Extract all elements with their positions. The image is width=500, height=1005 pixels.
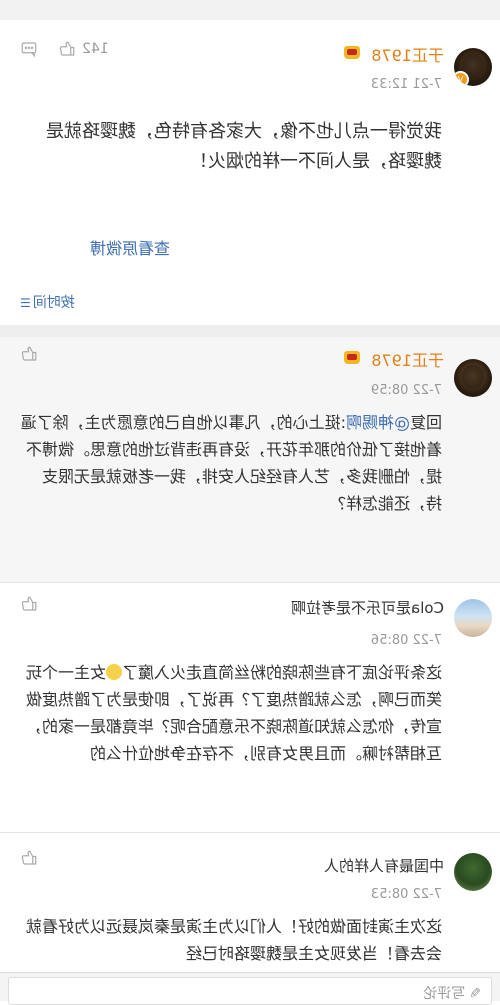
view-original-weibo-link[interactable]: 查看原微博 — [90, 235, 170, 259]
sort-by-time-button[interactable]: 按时间☰ — [20, 292, 75, 312]
like-count: 142 — [82, 41, 109, 57]
comment-text: 这次主演封面做的好！人们以为主演是秦岚聂远以为好看就会去看！当发现女主是魏璎珞时… — [25, 917, 442, 963]
comment-text: 我觉得一点儿也不像，大家各有特色，魏璎珞就是魏璎珞，是人间不一样的烟火！ — [46, 121, 442, 172]
sort-bar: 按时间☰ — [0, 286, 500, 316]
mention-link[interactable]: @神赐啊 — [346, 413, 410, 432]
section-divider — [0, 325, 500, 337]
comment-text: 回复@神赐啊:挺上心的，凡事以他自己的意愿为主，除了逼着他接了低价的那年花开，没… — [18, 409, 442, 517]
vip-crown-icon — [344, 46, 360, 59]
sort-icon: ☰ — [20, 296, 31, 310]
comment-input-bar: ✎写评论 — [0, 972, 500, 1005]
comment-item: 于正1978 7-22 08:59 回复@神赐啊:挺上心的，凡事以他自己的意愿为… — [0, 337, 500, 582]
top-bar — [0, 0, 500, 21]
avatar-figure — [462, 365, 484, 389]
comment-item: Cola是可乐不是考拉啊 7-22 08:56 这条评论底下有些陈晓的粉丝简直走… — [0, 582, 500, 833]
emoji-icon — [105, 664, 122, 680]
timestamp: 7-22 08:53 — [370, 887, 442, 902]
comment-input[interactable]: ✎写评论 — [8, 977, 492, 1005]
comment-item: 中国最有人样的人 7-22 08:53 这次主演封面做的好！人们以为主演是秦岚聂… — [0, 832, 500, 973]
comment-text-part-a: 这条评论底下有些陈晓的粉丝简直走火入魔了 — [121, 663, 442, 682]
comment-actions — [20, 345, 38, 363]
reply-prefix: 回复 — [409, 413, 442, 432]
vip-crown-icon — [344, 351, 360, 364]
sort-label: 按时间 — [32, 295, 75, 311]
like-thumb-icon[interactable] — [20, 595, 38, 613]
comment-actions — [20, 849, 38, 867]
comment-item: V 于正1978 7-21 12:33 142 我觉得一点儿也不像，大家各有特色… — [0, 20, 500, 325]
comment-input-placeholder: ✎写评论 — [423, 983, 481, 1003]
timestamp: 7-22 08:56 — [370, 633, 442, 648]
mirrored-page: V 于正1978 7-21 12:33 142 我觉得一点儿也不像，大家各有特色… — [0, 0, 500, 1005]
avatar[interactable]: V — [454, 48, 492, 86]
username[interactable]: 中国最有人样的人 — [324, 855, 444, 876]
avatar[interactable] — [454, 359, 492, 397]
username[interactable]: 于正1978 — [371, 42, 444, 66]
avatar[interactable] — [454, 599, 492, 637]
verified-badge-icon: V — [454, 71, 469, 86]
like-thumb-icon[interactable] — [20, 849, 38, 867]
comment-actions: 142 — [20, 40, 109, 58]
comment-actions — [20, 595, 38, 613]
comment-reply-icon[interactable] — [20, 40, 38, 58]
timestamp: 7-21 12:33 — [370, 77, 442, 92]
comment-text: 这条评论底下有些陈晓的粉丝简直走火入魔了女主一个玩笑而已啊，怎么就蹭热度了？再说… — [18, 659, 442, 767]
timestamp: 7-22 08:59 — [370, 383, 442, 398]
username[interactable]: Cola是可乐不是考拉啊 — [291, 597, 444, 618]
avatar[interactable] — [454, 853, 492, 891]
like-thumb-icon[interactable] — [58, 40, 76, 58]
username[interactable]: 于正1978 — [371, 347, 444, 371]
like-thumb-icon[interactable] — [20, 345, 38, 363]
